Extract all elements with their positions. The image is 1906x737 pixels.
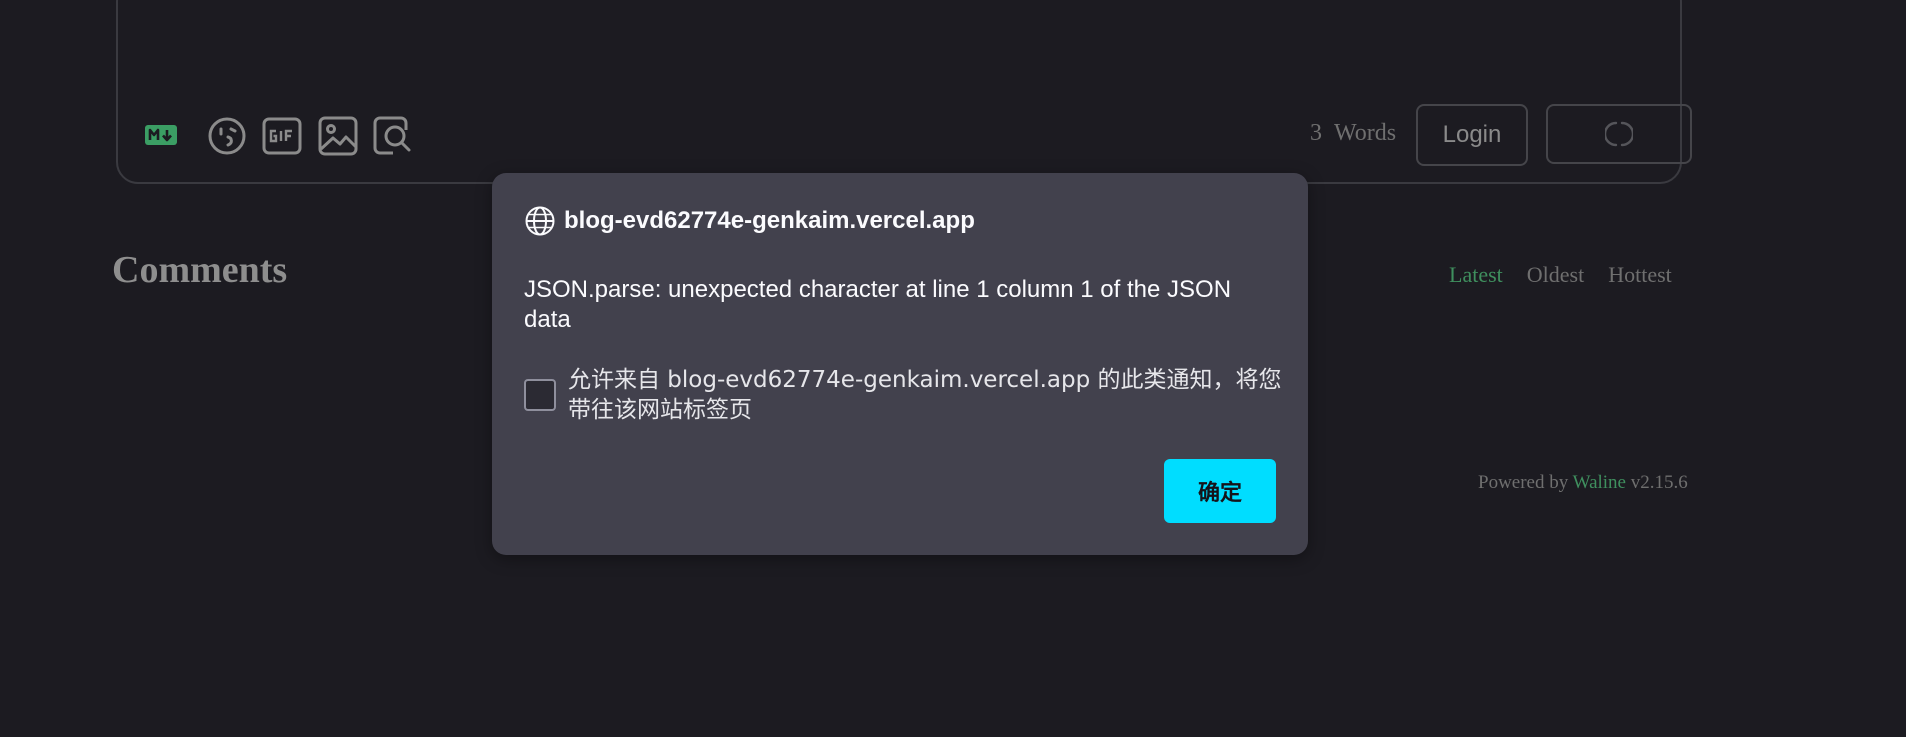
dialog-checkbox-row: 允许来自 blog-evd62774e-genkaim.vercel.app 的… bbox=[524, 365, 1284, 425]
powered-prefix: Powered by bbox=[1478, 472, 1569, 493]
image-icon[interactable] bbox=[317, 116, 359, 156]
preview-icon[interactable] bbox=[372, 116, 414, 156]
ok-button[interactable]: 确定 bbox=[1164, 459, 1276, 523]
sort-tab-latest[interactable]: Latest bbox=[1449, 262, 1503, 288]
dialog-origin: blog-evd62774e-genkaim.vercel.app bbox=[564, 207, 975, 234]
sort-tab-hottest[interactable]: Hottest bbox=[1608, 262, 1672, 288]
powered-by: Powered by Waline v2.15.6 bbox=[1478, 472, 1688, 494]
sort-tabs: Latest Oldest Hottest bbox=[1449, 262, 1672, 288]
emoji-icon[interactable] bbox=[206, 116, 248, 156]
sort-tab-oldest[interactable]: Oldest bbox=[1527, 262, 1584, 288]
page: 3 Words Login Comments Latest Oldest Hott… bbox=[0, 0, 1906, 737]
alert-dialog: blog-evd62774e-genkaim.vercel.app JSON.p… bbox=[492, 173, 1308, 555]
waline-link[interactable]: Waline bbox=[1573, 472, 1626, 493]
markdown-icon[interactable] bbox=[144, 122, 178, 148]
waline-version: v2.15.6 bbox=[1630, 472, 1688, 493]
spinner-icon bbox=[1605, 120, 1633, 148]
submit-button[interactable] bbox=[1546, 104, 1692, 164]
allow-notifications-label[interactable]: 允许来自 blog-evd62774e-genkaim.vercel.app 的… bbox=[568, 365, 1284, 425]
dialog-message: JSON.parse: unexpected character at line… bbox=[524, 276, 1232, 333]
word-count: 3 Words bbox=[1310, 120, 1396, 147]
dialog-header: blog-evd62774e-genkaim.vercel.app bbox=[524, 205, 975, 237]
login-button[interactable]: Login bbox=[1416, 104, 1528, 166]
globe-icon bbox=[524, 205, 556, 237]
comments-title: Comments bbox=[112, 249, 288, 291]
allow-notifications-checkbox[interactable] bbox=[524, 379, 556, 411]
word-count-value: 3 bbox=[1310, 120, 1322, 146]
gif-icon[interactable] bbox=[261, 116, 303, 156]
word-count-label: Words bbox=[1334, 120, 1397, 146]
